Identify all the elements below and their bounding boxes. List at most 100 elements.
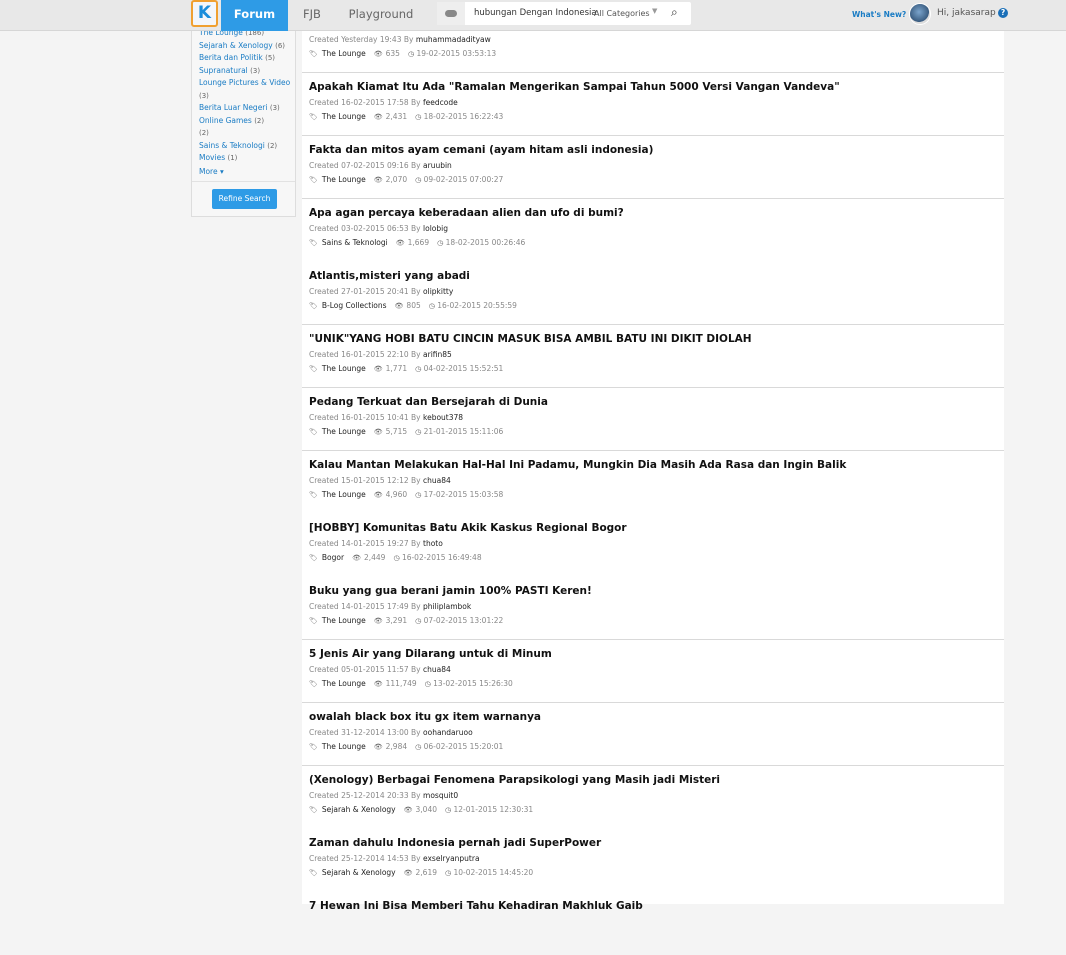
thread-category[interactable]: Sains & Teknologi <box>322 238 388 247</box>
thread-category[interactable]: The Lounge <box>322 175 366 184</box>
thread-category[interactable]: Sejarah & Xenology <box>322 868 396 877</box>
thread-title[interactable]: [HOBBY] Komunitas Batu Akik Kaskus Regio… <box>309 522 627 534</box>
category-name[interactable]: Sejarah & Xenology <box>199 41 273 50</box>
thread-category[interactable]: The Lounge <box>322 364 366 373</box>
help-icon[interactable]: ? <box>998 8 1008 18</box>
search-input[interactable]: hubungan Dengan Indonesia <box>474 8 597 18</box>
thread-title[interactable]: Zaman dahulu Indonesia pernah jadi Super… <box>309 837 601 849</box>
thread-title[interactable]: 5 Jenis Air yang Dilarang untuk di Minum <box>309 648 552 660</box>
thread-title[interactable]: Apa agan percaya keberadaan alien dan uf… <box>309 207 624 219</box>
thread-created: Created 03-02-2015 06:53 By lolobig <box>309 224 448 233</box>
thread-title[interactable]: Fakta dan mitos ayam cemani (ayam hitam … <box>309 144 653 156</box>
thread-item: "UNIK"YANG HOBI BATU CINCIN MASUK BISA A… <box>302 325 1004 388</box>
whats-new-link[interactable]: What's New? <box>852 10 906 19</box>
thread-author[interactable]: arifin85 <box>423 350 452 359</box>
category-name[interactable]: Online Games <box>199 116 252 125</box>
thread-author[interactable]: oohandaruoo <box>423 728 473 737</box>
refine-search-button[interactable]: Refine Search <box>212 189 277 209</box>
category-item[interactable]: Movies (1) <box>199 152 291 165</box>
category-item[interactable]: Online Games (2) <box>199 115 291 128</box>
thread-category[interactable]: The Lounge <box>322 679 366 688</box>
tab-playground[interactable]: Playground <box>340 0 422 31</box>
thread-title[interactable]: Apakah Kiamat Itu Ada "Ramalan Mengerika… <box>309 81 840 93</box>
eye-icon: 👁 <box>373 50 383 58</box>
tag-icon: 🏷 <box>309 680 318 688</box>
category-name[interactable]: Supranatural <box>199 66 248 75</box>
tag-icon: 🏷 <box>309 239 318 247</box>
thread-category[interactable]: The Lounge <box>322 112 366 121</box>
thread-author[interactable]: chua84 <box>423 665 451 674</box>
thread-title[interactable]: Buku yang gua berani jamin 100% PASTI Ke… <box>309 585 592 597</box>
category-name[interactable]: Sains & Teknologi <box>199 141 265 150</box>
thread-category[interactable]: Bogor <box>322 553 344 562</box>
tab-fjb[interactable]: FJB <box>288 0 336 31</box>
thread-category[interactable]: Sejarah & Xenology <box>322 805 396 814</box>
category-name[interactable]: Lounge Pictures & Video <box>199 78 290 87</box>
thread-created: Created Yesterday 19:43 By muhammadadity… <box>309 35 491 44</box>
category-item[interactable]: Berita dan Politik (5) <box>199 52 291 65</box>
thread-author[interactable]: philiplambok <box>423 602 471 611</box>
thread-category[interactable]: The Lounge <box>322 427 366 436</box>
thread-author[interactable]: exselryanputra <box>423 854 480 863</box>
thread-category[interactable]: The Lounge <box>322 49 366 58</box>
last-updated: 12-01-2015 12:30:31 <box>453 805 534 814</box>
category-count: (2) <box>254 116 265 125</box>
eye-icon: 👁 <box>403 869 413 877</box>
category-name[interactable]: Movies <box>199 153 225 162</box>
category-item[interactable]: Sains & Teknologi (2) <box>199 140 291 153</box>
thread-item: owalah black box itu gx item warnanya Cre… <box>302 703 1004 766</box>
thread-created: Created 07-02-2015 09:16 By aruubin <box>309 161 452 170</box>
category-item[interactable]: Supranatural (3) <box>199 65 291 78</box>
kaskus-logo[interactable]: K <box>191 0 218 27</box>
thread-author[interactable]: mosquit0 <box>423 791 458 800</box>
thread-category[interactable]: B-Log Collections <box>322 301 387 310</box>
thread-title[interactable]: 7 Hewan Ini Bisa Memberi Tahu Kehadiran … <box>309 900 643 912</box>
category-item[interactable]: (2) <box>199 127 291 140</box>
avatar[interactable] <box>909 3 931 25</box>
thread-title[interactable]: "UNIK"YANG HOBI BATU CINCIN MASUK BISA A… <box>309 333 752 345</box>
last-updated: 18-02-2015 00:26:46 <box>445 238 526 247</box>
category-name[interactable]: Berita Luar Negeri <box>199 103 267 112</box>
thread-author[interactable]: lolobig <box>423 224 448 233</box>
created-text: Created 05-01-2015 11:57 By <box>309 665 421 674</box>
thread-item: Zaman dahulu Indonesia pernah jadi Super… <box>302 829 1004 892</box>
last-updated: 16-02-2015 16:49:48 <box>401 553 482 562</box>
thread-created: Created 25-12-2014 20:33 By mosquit0 <box>309 791 458 800</box>
tab-forum[interactable]: Forum <box>221 0 288 31</box>
thread-title[interactable]: owalah black box itu gx item warnanya <box>309 711 541 723</box>
cloud-icon[interactable] <box>437 2 465 25</box>
view-count: 2,070 <box>385 175 408 184</box>
category-count: (3) <box>199 91 209 100</box>
thread-title[interactable]: (Xenology) Berbagai Fenomena Parapsikolo… <box>309 774 720 786</box>
category-item[interactable]: Lounge Pictures & Video (3) <box>199 77 291 102</box>
thread-author[interactable]: chua84 <box>423 476 451 485</box>
thread-author[interactable]: aruubin <box>423 161 452 170</box>
thread-title[interactable]: Pedang Terkuat dan Bersejarah di Dunia <box>309 396 548 408</box>
category-select[interactable]: All Categories <box>594 9 650 18</box>
search-icon[interactable]: ⌕ <box>671 5 678 20</box>
thread-category[interactable]: The Lounge <box>322 490 366 499</box>
thread-meta: 🏷 Sejarah & Xenology 👁 2,619 ◷ 10-02-2015 14… <box>309 868 533 877</box>
thread-title[interactable]: Atlantis,misteri yang abadi <box>309 270 470 282</box>
eye-icon: 👁 <box>373 428 383 436</box>
more-categories-link[interactable]: More ▾ <box>199 167 224 176</box>
tag-icon: 🏷 <box>309 302 318 310</box>
thread-category[interactable]: The Lounge <box>322 742 366 751</box>
category-item[interactable]: Sejarah & Xenology (6) <box>199 40 291 53</box>
thread-author[interactable]: olipkitty <box>423 287 453 296</box>
thread-item: [HOBBY] Komunitas Batu Akik Kaskus Regio… <box>302 514 1004 577</box>
thread-author[interactable]: muhammadadityaw <box>416 35 491 44</box>
category-name[interactable]: Berita dan Politik <box>199 53 263 62</box>
category-item[interactable]: Berita Luar Negeri (3) <box>199 102 291 115</box>
thread-author[interactable]: thoto <box>423 539 443 548</box>
user-greeting[interactable]: Hi, jakasarap <box>937 8 996 18</box>
chevron-down-icon: ▼ <box>652 7 658 15</box>
thread-created: Created 16-01-2015 22:10 By arifin85 <box>309 350 452 359</box>
thread-item: Pedang Terkuat dan Bersejarah di Dunia Cr… <box>302 388 1004 451</box>
view-count: 1,669 <box>407 238 430 247</box>
thread-item: Buku yang gua berani jamin 100% PASTI Ke… <box>302 577 1004 640</box>
thread-category[interactable]: The Lounge <box>322 616 366 625</box>
thread-author[interactable]: kebout378 <box>423 413 463 422</box>
thread-title[interactable]: Kalau Mantan Melakukan Hal-Hal Ini Padam… <box>309 459 846 471</box>
thread-author[interactable]: feedcode <box>423 98 458 107</box>
